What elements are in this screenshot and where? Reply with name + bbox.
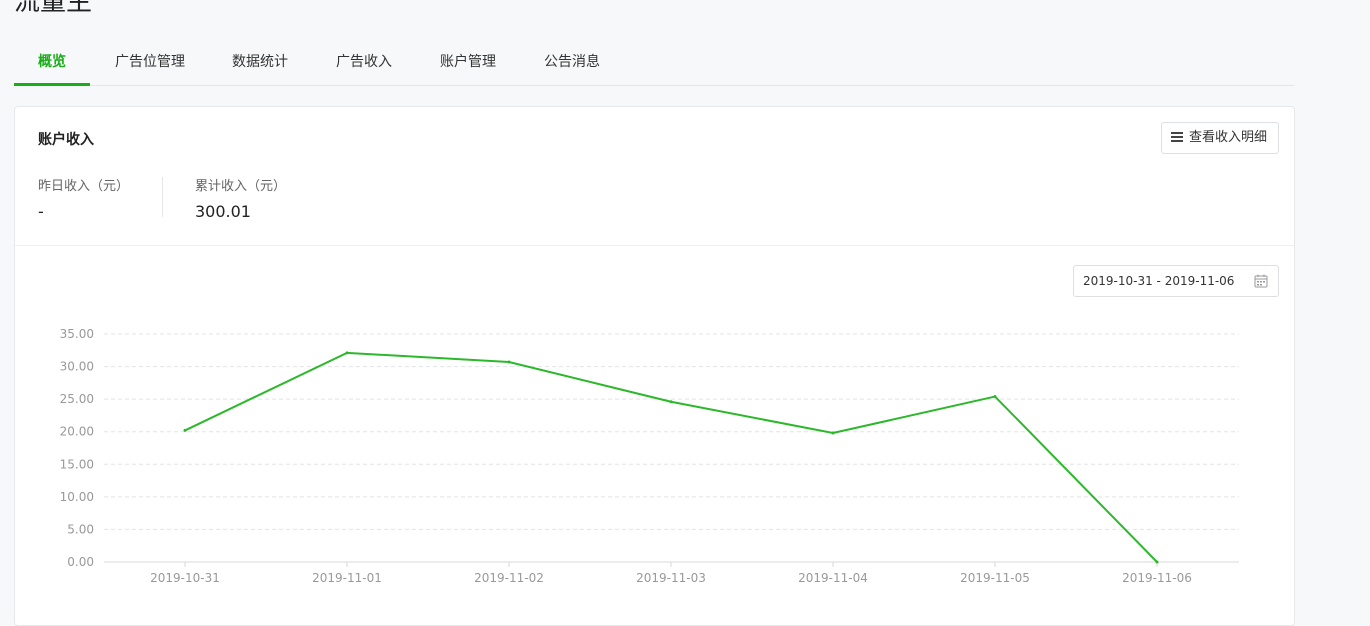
tab-data-statistics[interactable]: 数据统计: [220, 40, 300, 86]
tab-ad-income[interactable]: 广告收入: [324, 40, 404, 86]
tab-overview[interactable]: 概览: [14, 40, 90, 86]
tab-ad-slot-management[interactable]: 广告位管理: [100, 40, 200, 86]
y-tick-label: 20.00: [60, 425, 94, 439]
data-point: [1155, 560, 1159, 564]
series-line: [184, 351, 1158, 563]
page-title: 流量主: [14, 0, 93, 17]
data-point: [183, 428, 187, 432]
data-point: [345, 351, 349, 355]
x-tick-label: 2019-10-31: [150, 571, 220, 585]
x-tick-label: 2019-11-04: [798, 571, 868, 585]
x-tick-label: 2019-11-05: [960, 571, 1030, 585]
x-tick-label: 2019-11-02: [474, 571, 544, 585]
income-card: 账户收入 查看收入明细 昨日收入（元） - 累计收入（元） 300.01 201…: [14, 106, 1295, 626]
data-point: [831, 431, 835, 435]
x-tick-label: 2019-11-03: [636, 571, 706, 585]
y-tick-label: 5.00: [67, 522, 94, 536]
tab-bar: 概览 广告位管理 数据统计 广告收入 账户管理 公告消息: [14, 40, 1294, 86]
tab-announcements[interactable]: 公告消息: [532, 40, 612, 86]
x-tick-label: 2019-11-06: [1122, 571, 1192, 585]
y-tick-label: 30.00: [60, 360, 94, 374]
income-line-chart: 0.00 5.00 10.00 15.00 20.00 25.00 30.00 35.00 20…: [60, 327, 1239, 585]
data-point: [669, 400, 673, 404]
tab-account-management[interactable]: 账户管理: [428, 40, 508, 86]
x-tick-label: 2019-11-01: [312, 571, 382, 585]
y-tick-label: 35.00: [60, 327, 94, 341]
y-tick-label: 0.00: [67, 555, 94, 569]
data-point: [507, 360, 511, 364]
y-tick-label: 25.00: [60, 392, 94, 406]
y-tick-label: 10.00: [60, 490, 94, 504]
y-tick-label: 15.00: [60, 457, 94, 471]
data-point: [993, 395, 997, 399]
